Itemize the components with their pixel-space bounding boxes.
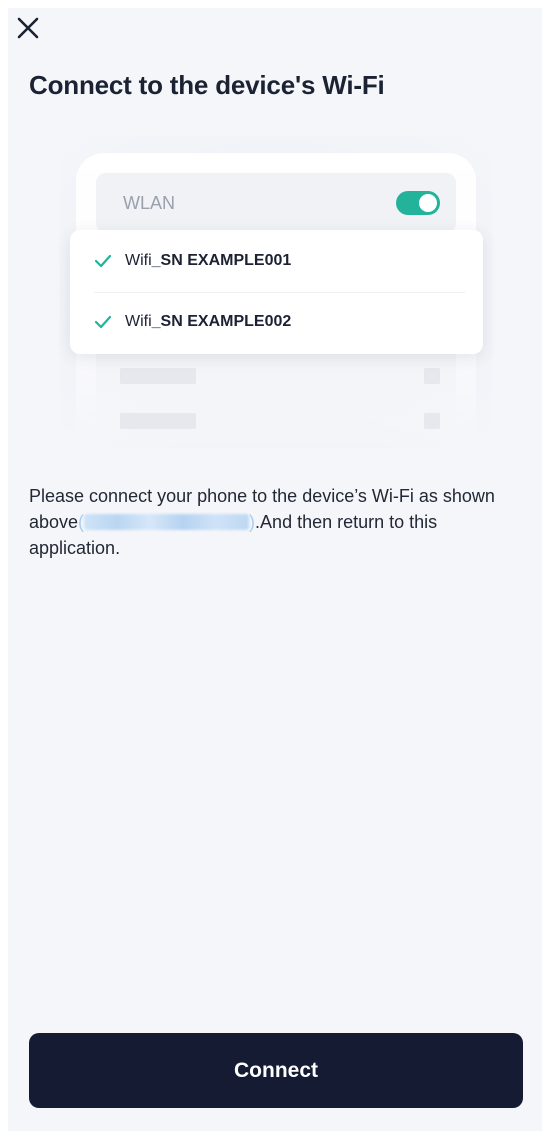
wifi-network-name: Wifi_SN EXAMPLE002 [125,313,292,330]
wifi-network-item: Wifi_SN EXAMPLE002 [70,293,483,353]
app-screen: Connect to the device's Wi-Fi WLAN Wifi_… [8,8,542,1131]
checkmark-icon [94,315,112,329]
wifi-network-list: Wifi_SN EXAMPLE001 Wifi_SN EXAMPLE002 [70,230,483,354]
close-button[interactable] [16,8,56,48]
redacted-ssid [84,514,250,530]
placeholder-bar [424,413,440,429]
faded-network-rows [96,353,456,443]
instruction-text: Please connect your phone to the device’… [29,483,529,561]
placeholder-bar [424,368,440,384]
wifi-network-item: Wifi_SN EXAMPLE001 [70,232,483,292]
placeholder-bar [120,413,196,429]
toggle-knob [419,194,437,212]
checkmark-icon [94,254,112,268]
connect-button[interactable]: Connect [29,1033,523,1108]
placeholder-bar [120,368,196,384]
close-icon [17,17,39,39]
wifi-network-name: Wifi_SN EXAMPLE001 [125,252,292,269]
wlan-label: WLAN [123,193,176,213]
page-title: Connect to the device's Wi-Fi [29,70,385,100]
wlan-row: WLAN [96,173,456,233]
wlan-toggle [396,191,440,215]
